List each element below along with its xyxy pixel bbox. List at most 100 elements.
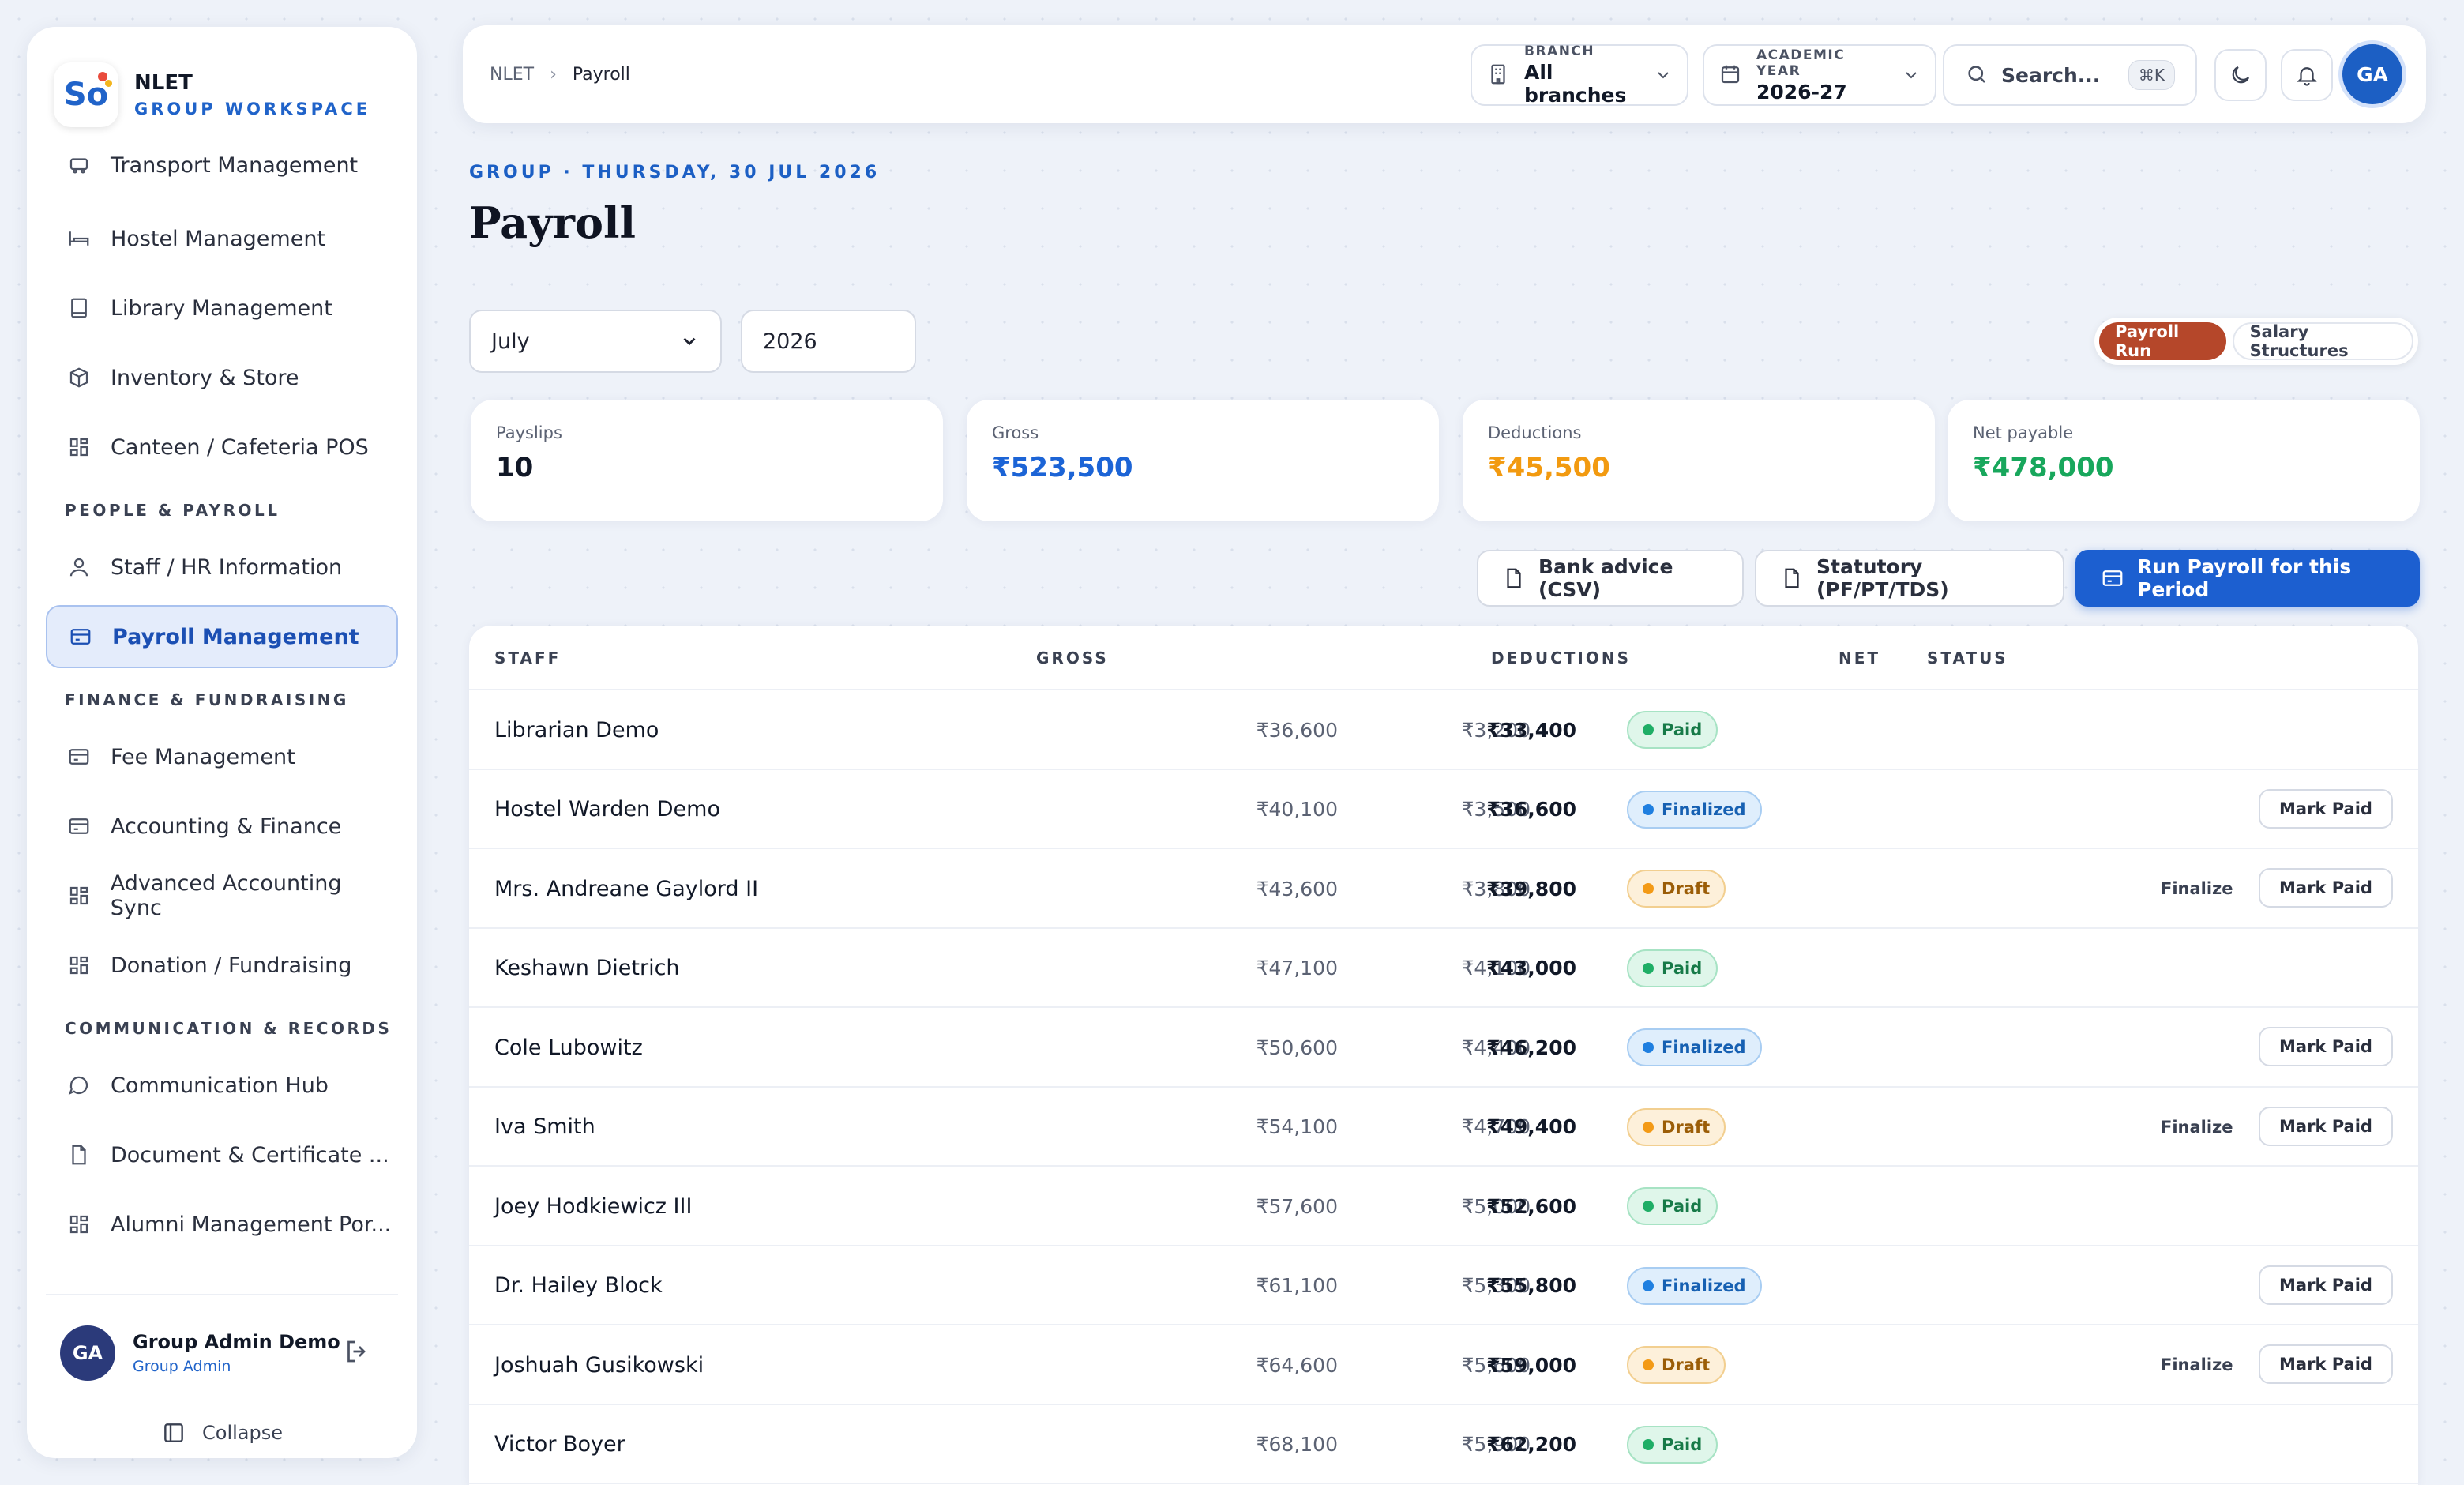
sidebar-item-hostel[interactable]: Hostel Management	[46, 207, 398, 270]
sidebar-item-inventory[interactable]: Inventory & Store	[46, 346, 398, 409]
sidebar-item-accounting-sync[interactable]: Advanced Accounting Sync	[46, 864, 398, 927]
table-row[interactable]: Mrs. Andreane Gaylord II ₹43,600 ₹3,800 ₹39…	[469, 849, 2418, 929]
sidebar-item-label: Transport Management	[111, 152, 359, 178]
run-payroll-label: Run Payroll for this Period	[2137, 555, 2352, 601]
net-amount-text: ₹43,000	[1486, 957, 1576, 979]
status-badge: Finalized	[1627, 1028, 1762, 1066]
mark-paid-button[interactable]: Mark Paid	[2259, 1106, 2393, 1146]
status-badge-text: Finalized	[1662, 1276, 1746, 1295]
table-row[interactable]: Cole Lubowitz ₹50,600 ₹4,400 ₹46,200 Finaliz…	[469, 1008, 2418, 1088]
sidebar-item-canteen[interactable]: Canteen / Cafeteria POS	[46, 415, 398, 479]
net-amount-text: ₹33,400	[1486, 718, 1576, 742]
search-shortcut: ⌘K	[2128, 60, 2175, 90]
sidebar-item-label: Inventory & Store	[111, 365, 299, 390]
calendar-icon	[1718, 62, 1742, 88]
academic-year-selector[interactable]: ACADEMIC YEAR 2026-27	[1703, 44, 1936, 106]
mark-paid-button[interactable]: Mark Paid	[2259, 1265, 2393, 1305]
column-header-deductions[interactable]: DEDUCTIONS	[1491, 626, 1631, 690]
status-badge: Finalized	[1627, 790, 1762, 829]
building-icon	[1486, 62, 1510, 88]
table-row[interactable]: Iva Smith ₹54,100 ₹4,700 ₹49,400 Draft Finali…	[469, 1088, 2418, 1167]
gross-amount-text: ₹36,600	[1256, 718, 1338, 742]
theme-toggle-button[interactable]	[2214, 49, 2267, 101]
column-header-status[interactable]: STATUS	[1927, 626, 2008, 690]
sidebar-item-fee[interactable]: Fee Management	[46, 725, 398, 788]
table-row[interactable]: Keshawn Dietrich ₹47,100 ₹4,100 ₹43,000 Paid	[469, 929, 2418, 1008]
status-cell: Finalized	[1627, 770, 1762, 849]
brand-logo: So	[54, 62, 118, 127]
mark-paid-button[interactable]: Mark Paid	[2259, 1027, 2393, 1066]
finalize-button[interactable]: Finalize	[2161, 849, 2233, 928]
collapse-button[interactable]: Collapse	[46, 1409, 398, 1457]
logout-icon[interactable]	[343, 1337, 374, 1369]
sidebar-item-accounting[interactable]: Accounting & Finance	[46, 795, 398, 858]
status-badge-text: Paid	[1662, 958, 1703, 978]
sidebar-item-donation[interactable]: Donation / Fundraising	[46, 934, 398, 997]
user-icon	[63, 551, 95, 583]
stat-label: Gross	[992, 423, 1039, 442]
breadcrumb-root[interactable]: NLET	[490, 65, 534, 85]
mark-paid-button[interactable]: Mark Paid	[2259, 788, 2393, 829]
status-badge-text: Draft	[1662, 1117, 1711, 1137]
file-icon	[1780, 566, 1804, 590]
bank-advice-button[interactable]: Bank advice (CSV)	[1477, 550, 1744, 607]
finalize-button[interactable]: Finalize	[2161, 1325, 2233, 1404]
tab-salary-structures[interactable]: Salary Structures	[2232, 322, 2413, 360]
topbar: NLET › Payroll BRANCH All branches ACADE…	[463, 25, 2426, 123]
mark-paid-button[interactable]: Mark Paid	[2259, 1344, 2393, 1384]
table-row[interactable]: Librarian Demo ₹36,600 ₹3,200 ₹33,400 Paid	[469, 690, 2418, 770]
sidebar-item-alumni[interactable]: Alumni Management Por...	[46, 1193, 398, 1256]
search-placeholder: Search...	[2001, 63, 2101, 87]
sidebar-item-transport[interactable]: Transport Management	[46, 145, 398, 185]
table-row[interactable]: Dr. Hailey Block ₹61,100 ₹5,300 ₹55,800 Fina…	[469, 1246, 2418, 1325]
month-select[interactable]: July	[469, 310, 722, 373]
table-row[interactable]: Joshuah Gusikowski ₹64,600 ₹5,600 ₹59,000 Dr…	[469, 1325, 2418, 1405]
sidebar-item-communication[interactable]: Communication Hub	[46, 1054, 398, 1117]
branch-label: BRANCH	[1524, 43, 1595, 59]
mark-paid-button[interactable]: Mark Paid	[2259, 868, 2393, 908]
stat-card-deductions: Deductions ₹45,500	[1463, 400, 1935, 521]
chevron-down-icon	[1902, 66, 1921, 85]
avatar: GA	[60, 1325, 115, 1381]
table-row[interactable]: Joey Hodkiewicz III ₹57,600 ₹5,000 ₹52,600 P…	[469, 1167, 2418, 1246]
year-input[interactable]: 2026	[741, 310, 916, 373]
table-row[interactable]: Hostel Warden Demo ₹40,100 ₹3,500 ₹36,600 Fi…	[469, 770, 2418, 849]
stat-card-payslips: Payslips 10	[471, 400, 943, 521]
status-badge: Finalized	[1627, 1266, 1762, 1305]
gross-amount-text: ₹40,100	[1256, 798, 1338, 821]
notifications-button[interactable]	[2281, 49, 2333, 101]
column-header-staff[interactable]: STAFF	[494, 626, 561, 690]
search-input[interactable]: Search... ⌘K	[1943, 44, 2197, 106]
sidebar-item-documents[interactable]: Document & Certificate ...	[46, 1123, 398, 1186]
sidebar-item-staff[interactable]: Staff / HR Information	[46, 536, 398, 599]
sidebar-item-payroll[interactable]: Payroll Management	[46, 605, 398, 668]
bed-icon	[63, 223, 95, 254]
status-badge-text: Draft	[1662, 1355, 1711, 1374]
status-cell: Paid	[1627, 929, 1718, 1008]
branch-selector[interactable]: BRANCH All branches	[1471, 43, 1688, 107]
column-header-net[interactable]: NET	[1839, 626, 1880, 690]
brand-subtitle: GROUP WORKSPACE	[134, 100, 371, 118]
table-row[interactable]: Victor Boyer ₹68,100 ₹5,900 ₹62,200 Paid	[469, 1405, 2418, 1484]
finalize-button[interactable]: Finalize	[2161, 1088, 2233, 1167]
brand[interactable]: So NLET GROUP WORKSPACE	[54, 47, 370, 142]
run-payroll-button[interactable]: Run Payroll for this Period	[2075, 550, 2420, 607]
gross-amount-text: ₹50,600	[1256, 1036, 1338, 1059]
sidebar-item-label: Communication Hub	[111, 1073, 329, 1098]
sidebar-item-label: Staff / HR Information	[111, 555, 343, 580]
sidebar-item-library[interactable]: Library Management	[46, 276, 398, 340]
book-icon	[63, 292, 95, 324]
academic-year-label: ACADEMIC YEAR	[1756, 47, 1846, 79]
user-card[interactable]: GA Group Admin Demo Group Admin	[46, 1310, 398, 1397]
profile-avatar[interactable]: GA	[2342, 44, 2402, 104]
sidebar-item-label: Canteen / Cafeteria POS	[111, 434, 369, 460]
statutory-button[interactable]: Statutory (PF/PT/TDS)	[1755, 550, 2064, 607]
status-badge-text: Paid	[1662, 720, 1703, 739]
column-header-gross[interactable]: GROSS	[1036, 626, 1109, 690]
status-dot-icon	[1643, 1359, 1654, 1370]
net-amount-text: ₹59,000	[1486, 1353, 1576, 1377]
tab-payroll-run[interactable]: Payroll Run	[2099, 322, 2226, 360]
moon-icon	[2229, 63, 2252, 87]
card-icon	[63, 741, 95, 773]
gross-amount-text: ₹57,600	[1256, 1194, 1338, 1218]
